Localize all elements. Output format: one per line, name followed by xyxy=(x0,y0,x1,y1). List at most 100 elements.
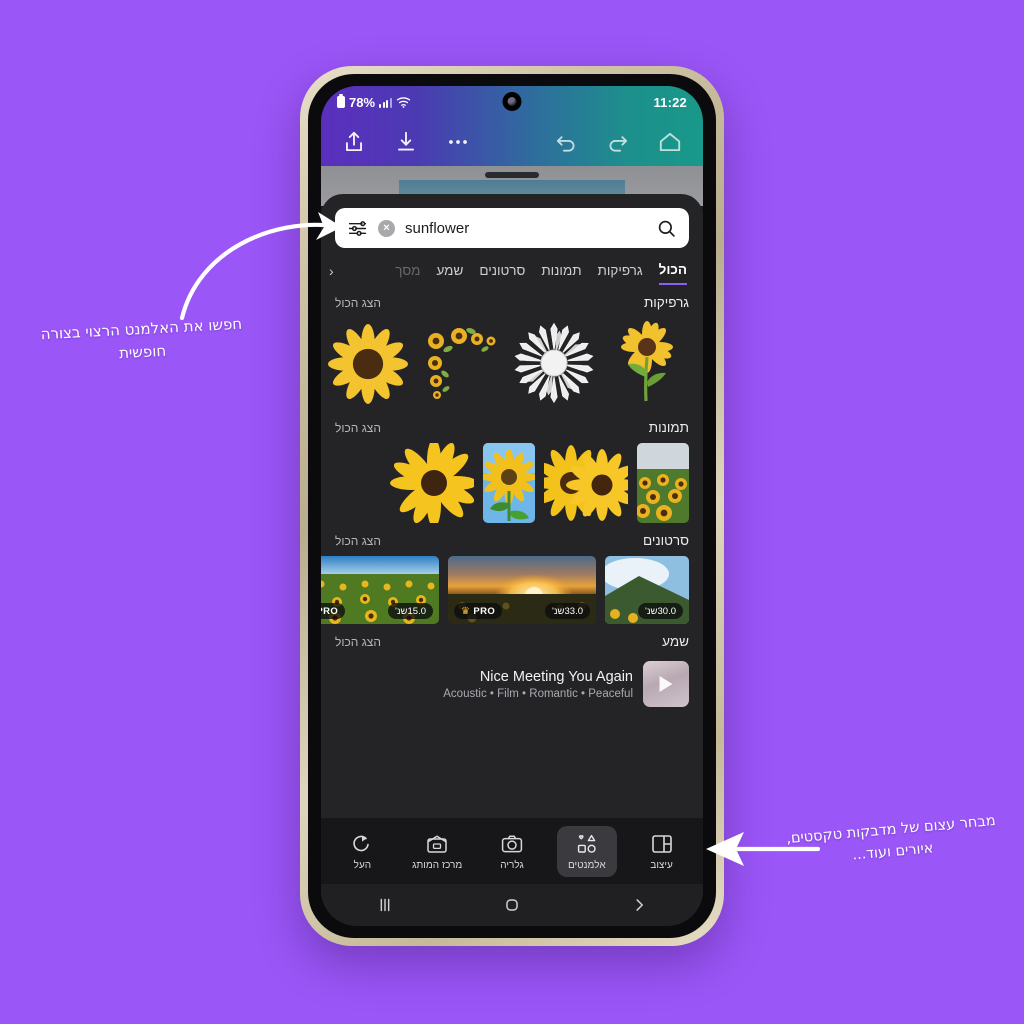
battery-icon xyxy=(337,94,345,108)
two-sunflowers-photo[interactable] xyxy=(544,443,628,523)
section-audio: שמע הצג הכול Nice Meeting You Again Acou… xyxy=(321,624,703,707)
camera-icon xyxy=(501,834,523,852)
audio-thumbnail[interactable] xyxy=(643,661,689,707)
images-row xyxy=(335,443,689,523)
sheet-drag-handle[interactable] xyxy=(485,172,539,178)
annotation-text-left: חפשו את האלמנט הרצוי בצורה חופשית xyxy=(40,314,243,362)
section-graphics: גרפיקות הצג הכול xyxy=(321,285,703,410)
sunflower-corner-border-graphic[interactable] xyxy=(419,318,503,410)
share-icon[interactable] xyxy=(341,129,367,155)
nav-item-brand-center[interactable]: מרכז המותג xyxy=(407,826,467,877)
graphics-row xyxy=(327,318,689,410)
videos-row: 30.0שנ' PRO ♛ 33.0שנ' RO 15.0שנ' xyxy=(321,556,689,624)
elements-panel: × sunflower הכול גרפיקות תמונות סרטונים … xyxy=(321,194,703,926)
section-title: תמונות xyxy=(648,420,689,435)
nav-label: אלמנטים xyxy=(567,859,606,871)
nav-label: עיצוב xyxy=(650,859,673,871)
single-sunflower-closeup-photo[interactable] xyxy=(390,443,474,523)
status-left: 78% xyxy=(337,94,411,110)
nav-label: מרכז המותג xyxy=(412,859,463,871)
shapes-elements-icon xyxy=(577,834,596,853)
section-title: סרטונים xyxy=(642,533,689,548)
crown-icon: ♛ xyxy=(461,605,471,617)
battery-percent: 78% xyxy=(349,94,376,110)
tab-videos[interactable]: סרטונים xyxy=(479,263,525,284)
chevron-left-icon[interactable]: ‹ xyxy=(329,263,334,285)
undo-icon[interactable] xyxy=(553,129,579,155)
search-bar[interactable]: × sunflower xyxy=(335,208,689,248)
wifi-icon xyxy=(396,97,410,108)
section-title: גרפיקות xyxy=(643,295,689,310)
sunflower-sky-video[interactable]: 30.0שנ' xyxy=(605,556,689,624)
search-input[interactable]: sunflower xyxy=(405,220,646,237)
screenshot-stage: 78% 11:22 × sunflower הכול גרפיקות תמונו… xyxy=(0,0,1024,1024)
home-icon[interactable] xyxy=(657,129,683,155)
sunset-sunflower-field-video[interactable]: PRO ♛ 33.0שנ' xyxy=(448,556,596,624)
tab-audio[interactable]: שמע xyxy=(436,263,463,284)
annotation-text-right: מבחר עצום של מדבקות טקסטים, איורים ועוד.… xyxy=(785,812,997,864)
pro-label: PRO xyxy=(473,605,496,617)
section-header: תמונות הצג הכול xyxy=(335,420,689,435)
video-duration-badge: 15.0שנ' xyxy=(388,603,433,619)
status-bar: 78% 11:22 xyxy=(321,86,703,118)
show-all-link[interactable]: הצג הכול xyxy=(335,534,381,548)
search-icon[interactable] xyxy=(656,218,677,239)
nav-item-elements[interactable]: אלמנטים xyxy=(556,825,617,877)
audio-track-item[interactable]: Nice Meeting You Again Acoustic • Film •… xyxy=(335,657,689,707)
tab-screen[interactable]: מסך xyxy=(395,263,420,284)
sunflower-field-photo[interactable] xyxy=(637,443,689,523)
section-header: סרטונים הצג הכול xyxy=(335,533,689,548)
show-all-link[interactable]: הצג הכול xyxy=(335,296,381,310)
nav-item-gallery[interactable]: גלריה xyxy=(482,826,542,877)
category-tabs: הכול גרפיקות תמונות סרטונים שמע מסך ‹ xyxy=(321,254,703,285)
nav-label: גלריה xyxy=(500,859,524,871)
bottom-navigation: עיצוב אלמנטים גלריה מרכז המותג העל xyxy=(321,818,703,884)
tab-graphics[interactable]: גרפיקות xyxy=(598,263,643,284)
brand-center-icon xyxy=(427,834,447,853)
search-area: × sunflower xyxy=(321,194,703,254)
tab-all[interactable]: הכול xyxy=(658,262,687,285)
sunflower-flat-illustration-graphic[interactable] xyxy=(326,318,410,410)
redo-icon[interactable] xyxy=(605,129,631,155)
nav-item-design[interactable]: עיצוב xyxy=(632,826,692,877)
section-header: שמע הצג הכול xyxy=(335,634,689,649)
phone-screen: 78% 11:22 × sunflower הכול גרפיקות תמונו… xyxy=(321,86,703,926)
home-circle-icon[interactable] xyxy=(501,894,523,916)
sunflower-blue-sky-photo[interactable] xyxy=(483,443,535,523)
sunflower-field-daylight-video[interactable]: PRO ♛ 15.0שנ' xyxy=(321,556,439,624)
pro-label: PRO xyxy=(321,605,339,617)
pro-badge: PRO ♛ xyxy=(454,603,503,619)
video-duration-badge: 33.0שנ' xyxy=(545,603,590,619)
filter-sliders-icon[interactable] xyxy=(347,218,368,239)
section-images: תמונות הצג הכול xyxy=(321,410,703,523)
nav-item-upload[interactable]: העל xyxy=(332,826,392,877)
editor-toolbar xyxy=(321,118,703,166)
recents-icon[interactable] xyxy=(374,894,396,916)
audio-tags: Acoustic • Film • Romantic • Peaceful xyxy=(443,687,633,700)
front-camera-punchhole xyxy=(502,92,522,111)
clear-x-icon[interactable]: × xyxy=(378,219,395,237)
section-header: גרפיקות הצג הכול xyxy=(335,295,689,310)
sunflower-line-art-graphic[interactable] xyxy=(512,318,596,410)
show-all-link[interactable]: הצג הכול xyxy=(335,635,381,649)
video-duration-badge: 30.0שנ' xyxy=(638,603,683,619)
signal-bars-icon xyxy=(379,97,392,108)
tab-images[interactable]: תמונות xyxy=(541,263,581,284)
upload-arrow-icon xyxy=(353,835,370,851)
download-icon[interactable] xyxy=(393,129,419,155)
section-videos: סרטונים הצג הכול 30.0שנ' PRO ♛ 33.0שנ' R… xyxy=(321,523,703,624)
layout-grid-icon xyxy=(651,834,672,853)
android-navigation-bar xyxy=(321,884,703,926)
section-title: שמע xyxy=(662,634,689,649)
nav-label: העל xyxy=(353,859,372,871)
sunflower-with-stem-graphic[interactable] xyxy=(605,318,689,410)
status-clock: 11:22 xyxy=(653,94,687,110)
pro-badge: PRO ♛ xyxy=(321,603,346,619)
audio-meta: Nice Meeting You Again Acoustic • Film •… xyxy=(335,669,633,700)
play-icon[interactable] xyxy=(659,676,673,692)
results-scroll-area[interactable]: גרפיקות הצג הכול תמונות הצג הכול סרטונים… xyxy=(321,285,703,897)
back-chevron-icon[interactable] xyxy=(628,894,650,916)
more-options-icon[interactable] xyxy=(445,129,471,155)
audio-title: Nice Meeting You Again xyxy=(479,668,633,685)
show-all-link[interactable]: הצג הכול xyxy=(335,421,381,435)
